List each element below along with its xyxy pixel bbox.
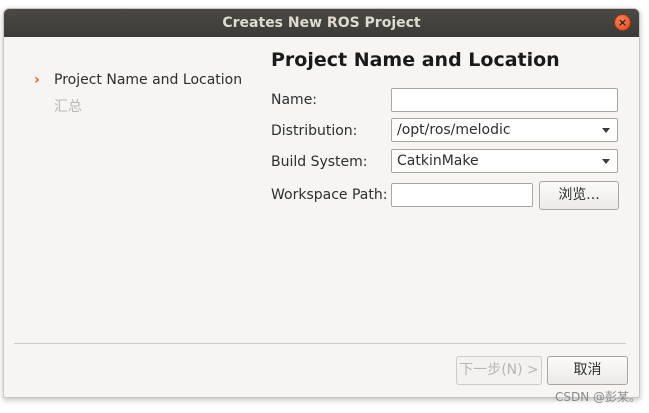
step-project-name-location: › Project Name and Location [34,67,242,93]
chevron-down-icon [602,128,610,133]
close-icon: × [617,16,628,29]
cancel-button[interactable]: 取消 [547,356,628,385]
step-label: 汇总 [54,99,82,115]
build-system-select[interactable]: CatkinMake [391,149,618,173]
next-button[interactable]: 下一步(N) > [456,356,542,385]
watermark: CSDN @彭某。 [554,390,641,404]
workspace-path-label: Workspace Path: [271,187,388,203]
close-button[interactable]: × [614,14,631,31]
page-title: Project Name and Location [271,49,560,71]
title-bar[interactable]: Creates New ROS Project × [4,9,639,37]
dialog-title: Creates New ROS Project [222,15,421,31]
distribution-value: /opt/ros/melodic [397,122,511,138]
wizard-steps: › Project Name and Location 汇总 [34,67,242,119]
chevron-down-icon [602,159,610,164]
workspace-path-input[interactable] [391,183,533,207]
dialog-window: Creates New ROS Project × › Project Name… [3,8,640,398]
distribution-label: Distribution: [271,123,358,139]
distribution-select[interactable]: /opt/ros/melodic [391,118,618,142]
build-system-value: CatkinMake [397,153,479,169]
browse-button[interactable]: 浏览... [539,181,619,210]
name-label: Name: [271,92,318,108]
name-input[interactable] [391,88,618,112]
build-system-label: Build System: [271,154,368,170]
footer-separator [14,343,626,344]
step-summary: 汇总 [34,93,242,119]
step-label: Project Name and Location [54,72,243,88]
chevron-right-icon: › [34,72,40,88]
